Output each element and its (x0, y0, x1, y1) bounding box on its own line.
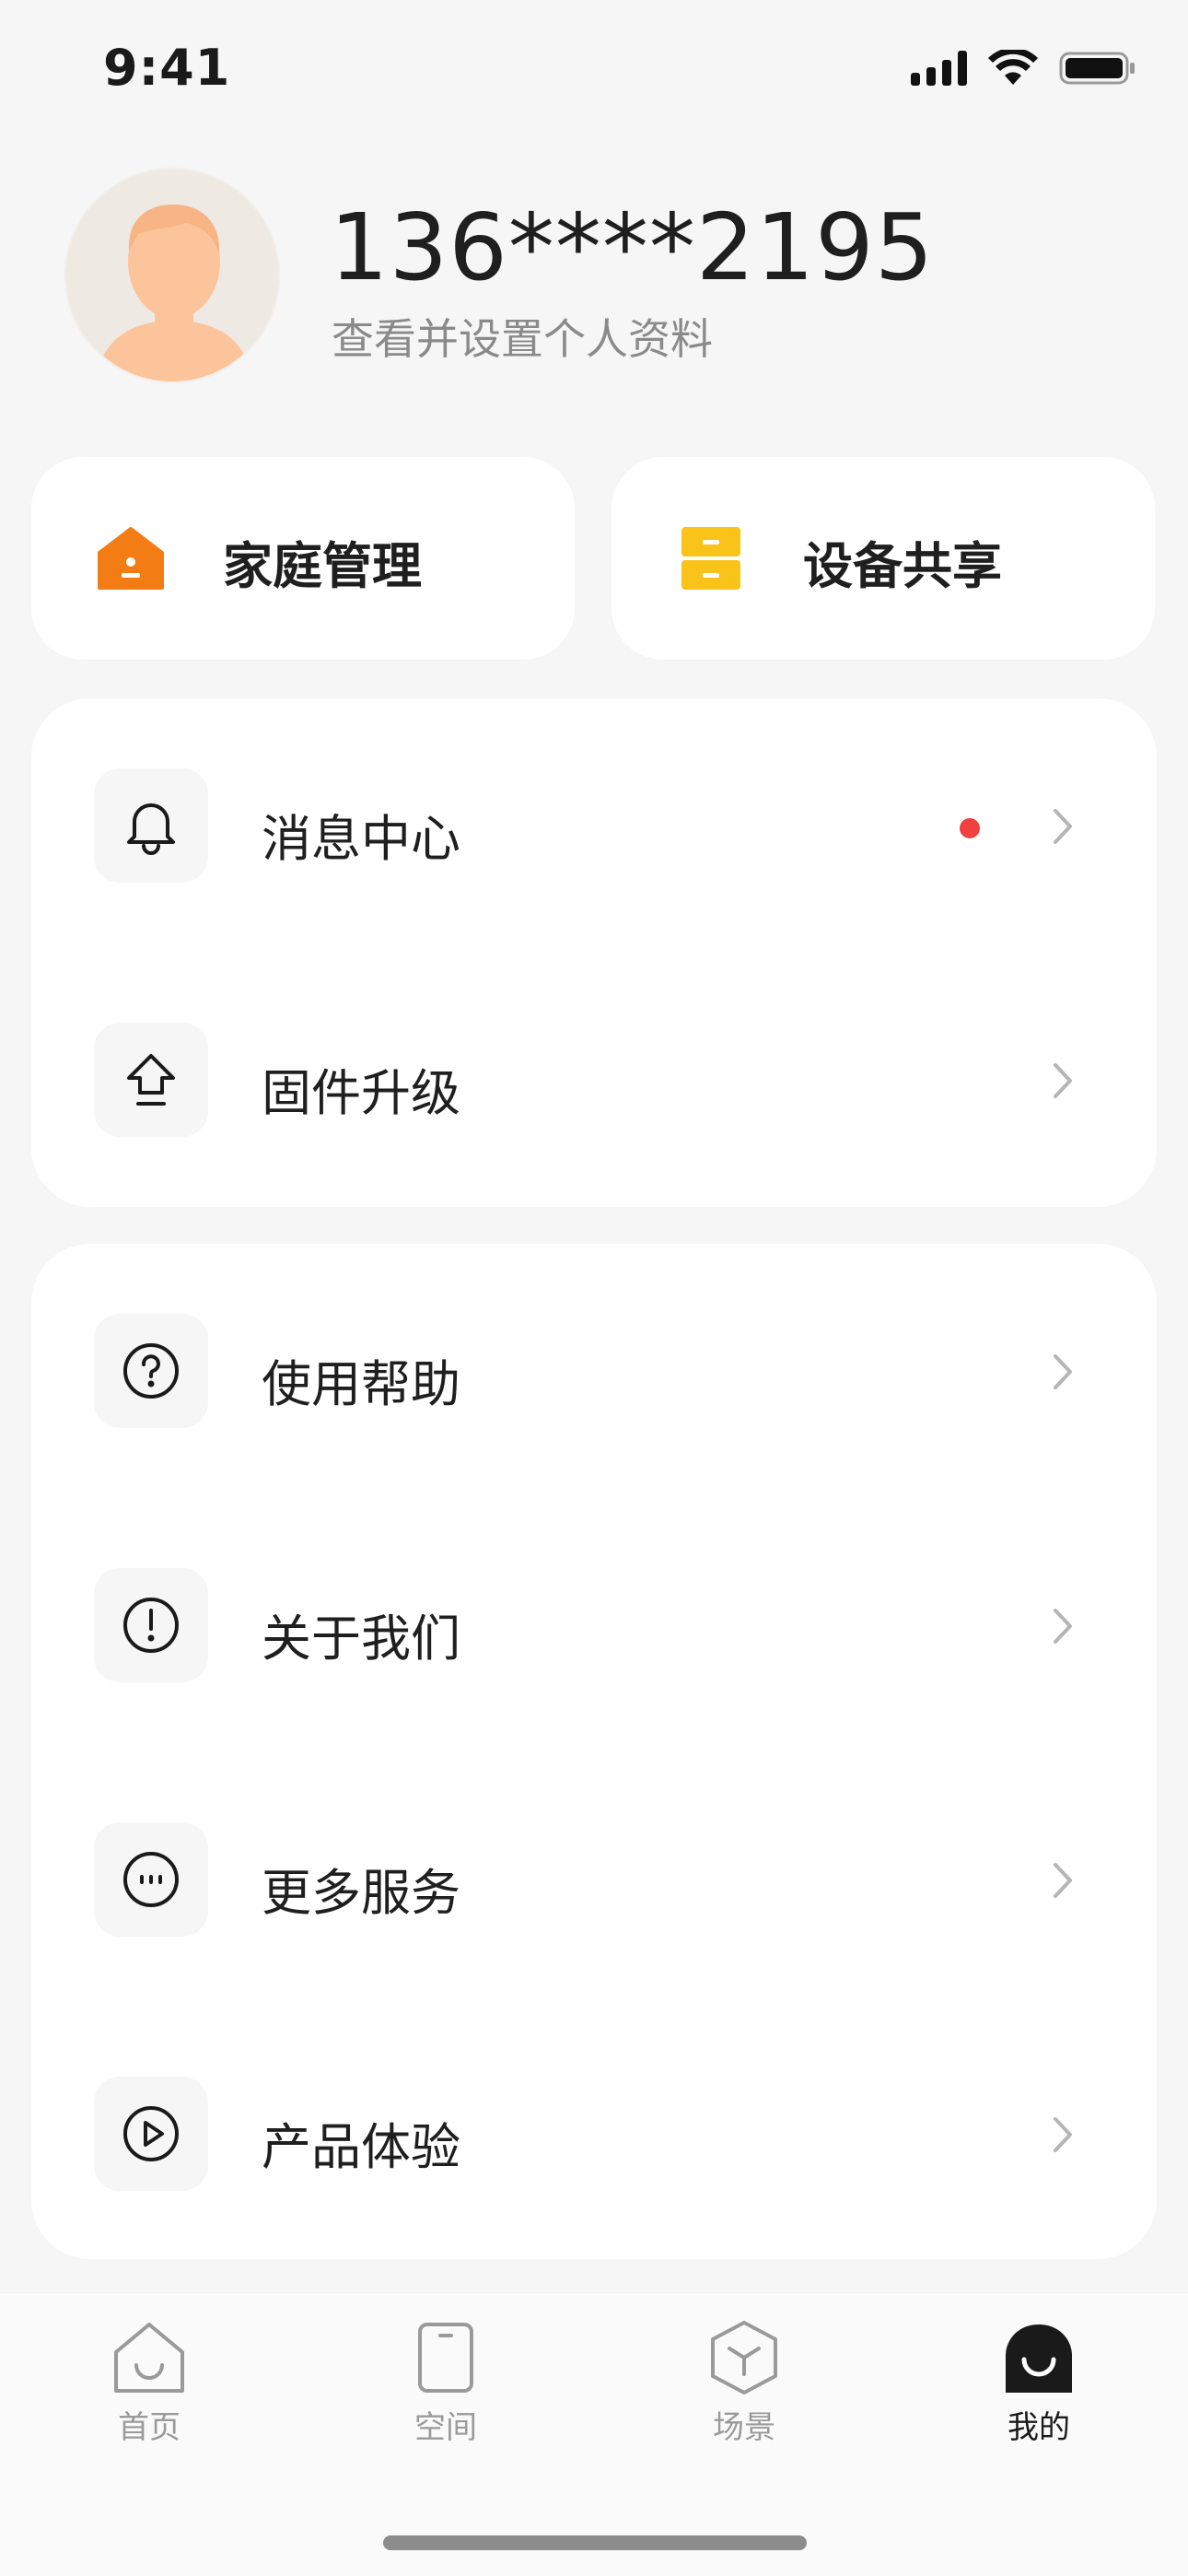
space-tab-icon (418, 2323, 473, 2393)
menu-item-product-experience[interactable]: 产品体验 (31, 2077, 1157, 2196)
wifi-icon (988, 50, 1038, 85)
status-bar: 9:41 (0, 0, 1188, 147)
menu-icon-box (94, 2077, 208, 2191)
profile-screen: 9:41 136****2195 查看并设置个人资料 家庭管理 设备共享 消息中… (0, 0, 1188, 2576)
chevron-right-icon (1054, 809, 1072, 844)
battery-icon (1059, 52, 1135, 85)
menu-label: 关于我们 (262, 1610, 460, 1668)
tab-mine[interactable]: 我的 (947, 2319, 1131, 2447)
menu-label: 产品体验 (262, 2118, 460, 2176)
profile-header[interactable]: 136****2195 查看并设置个人资料 (64, 168, 1124, 385)
tab-label: 空间 (414, 2409, 477, 2446)
exclamation-circle-icon (123, 1598, 179, 1653)
profile-tab-icon (1006, 2324, 1072, 2393)
chevron-right-icon (1054, 1354, 1072, 1389)
menu-icon-box (94, 1023, 208, 1137)
menu-item-about-us[interactable]: 关于我们 (31, 1568, 1157, 1688)
chevron-right-icon (1054, 1609, 1072, 1644)
home-indicator[interactable] (383, 2535, 807, 2550)
menu-icon-box (94, 1822, 208, 1937)
play-circle-icon (123, 2106, 179, 2161)
avatar-person-icon (66, 170, 278, 381)
tab-label: 场景 (713, 2409, 775, 2446)
question-circle-icon (123, 1343, 179, 1399)
device-share-label: 设备共享 (803, 537, 1002, 595)
menu-item-help[interactable]: 使用帮助 (31, 1314, 1157, 1434)
chevron-right-icon (1054, 1863, 1072, 1898)
profile-subtitle: 查看并设置个人资料 (332, 314, 713, 364)
menu-item-message-center[interactable]: 消息中心 (31, 768, 1157, 888)
family-management-label: 家庭管理 (223, 537, 422, 595)
profile-name: 136****2195 (330, 193, 935, 301)
menu-icon-box (94, 1568, 208, 1682)
tab-scene[interactable]: 场景 (652, 2319, 836, 2447)
menu-label: 固件升级 (262, 1064, 460, 1122)
house-icon (98, 527, 164, 590)
menu-group-services: 使用帮助 关于我们 更多服务 产品体验 (31, 1244, 1157, 2259)
device-share-card[interactable]: 设备共享 (611, 457, 1155, 660)
chevron-right-icon (1054, 2117, 1072, 2152)
more-circle-icon (123, 1852, 179, 1907)
home-tab-icon (114, 2323, 184, 2393)
menu-icon-box (94, 768, 208, 883)
bell-icon (127, 803, 175, 855)
status-time: 9:41 (103, 39, 231, 97)
menu-item-more-services[interactable]: 更多服务 (31, 1822, 1157, 1942)
menu-icon-box (94, 1314, 208, 1428)
menu-group-notifications: 消息中心 固件升级 (31, 698, 1157, 1207)
family-management-card[interactable]: 家庭管理 (31, 457, 575, 660)
notification-dot (960, 818, 980, 838)
menu-label: 消息中心 (262, 810, 460, 868)
tab-space[interactable]: 空间 (354, 2319, 538, 2447)
chevron-right-icon (1054, 1063, 1072, 1098)
tab-label: 首页 (118, 2409, 181, 2446)
tab-home[interactable]: 首页 (57, 2319, 241, 2447)
avatar[interactable] (64, 168, 280, 383)
scene-tab-icon (711, 2321, 777, 2395)
menu-item-firmware-upgrade[interactable]: 固件升级 (31, 1023, 1157, 1142)
menu-label: 更多服务 (262, 1864, 460, 1922)
share-drawer-icon (681, 527, 740, 590)
bottom-tab-bar: 首页 空间 场景 我的 (0, 2292, 1188, 2576)
tab-label: 我的 (1007, 2409, 1070, 2446)
upgrade-arrow-icon (127, 1054, 175, 1106)
menu-label: 使用帮助 (262, 1355, 460, 1413)
cellular-signal-icon (911, 51, 967, 86)
status-icons (911, 50, 1136, 87)
